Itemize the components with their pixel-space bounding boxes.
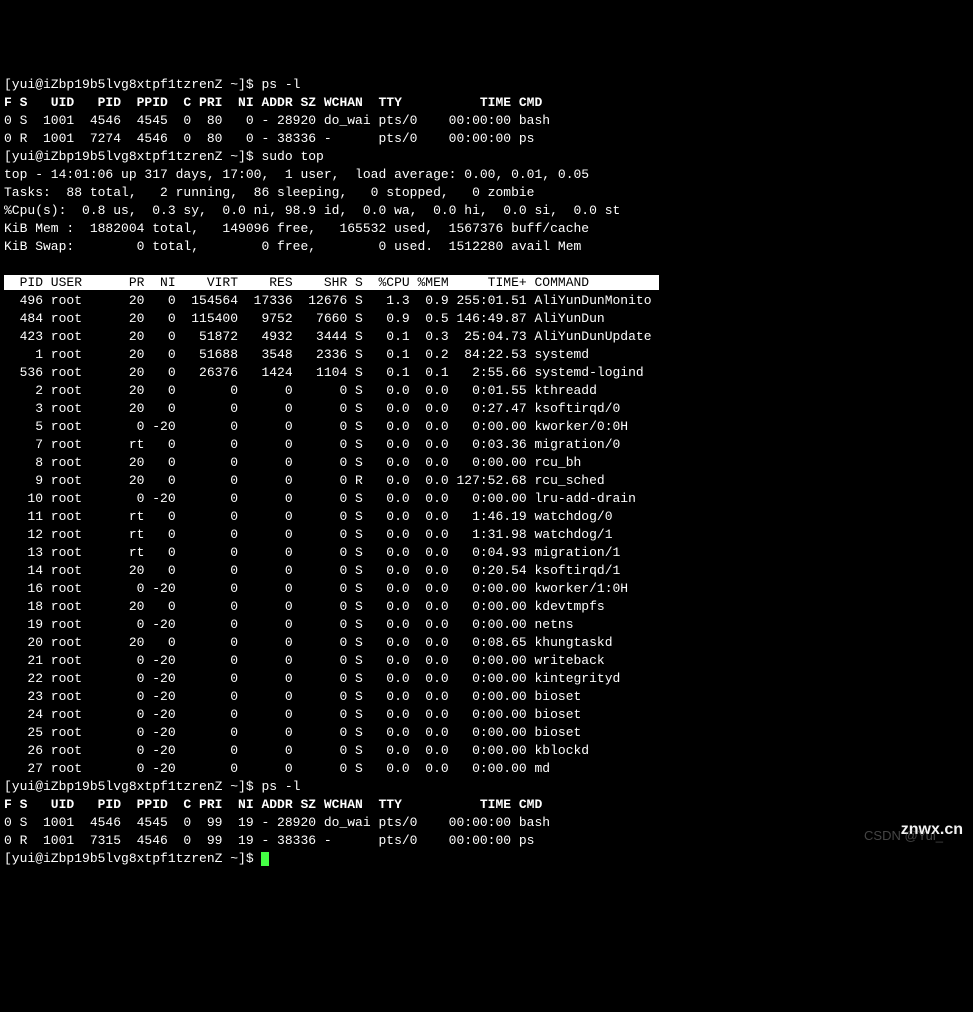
command-text: ps -l: [261, 779, 300, 794]
top-row: 27 root 0 -20 0 0 0 S 0.0 0.0 0:00.00 md: [4, 761, 550, 776]
top-row: 23 root 0 -20 0 0 0 S 0.0 0.0 0:00.00 bi…: [4, 689, 581, 704]
top-row: 423 root 20 0 51872 4932 3444 S 0.1 0.3 …: [4, 329, 652, 344]
top-summary-line: KiB Mem : 1882004 total, 149096 free, 16…: [4, 221, 589, 236]
top-row: 3 root 20 0 0 0 0 S 0.0 0.0 0:27.47 ksof…: [4, 401, 620, 416]
ps-row: 0 S 1001 4546 4545 0 80 0 - 28920 do_wai…: [4, 113, 550, 128]
top-row: 5 root 0 -20 0 0 0 S 0.0 0.0 0:00.00 kwo…: [4, 419, 628, 434]
ps-row: 0 R 1001 7315 4546 0 99 19 - 38336 - pts…: [4, 833, 535, 848]
top-row: 18 root 20 0 0 0 0 S 0.0 0.0 0:00.00 kde…: [4, 599, 605, 614]
top-row: 9 root 20 0 0 0 0 R 0.0 0.0 127:52.68 rc…: [4, 473, 605, 488]
top-summary-line: KiB Swap: 0 total, 0 free, 0 used. 15122…: [4, 239, 581, 254]
top-row: 16 root 0 -20 0 0 0 S 0.0 0.0 0:00.00 kw…: [4, 581, 628, 596]
top-row: 484 root 20 0 115400 9752 7660 S 0.9 0.5…: [4, 311, 605, 326]
terminal-output[interactable]: [yui@iZbp19b5lvg8xtpf1tzrenZ ~]$ ps -l F…: [4, 76, 969, 868]
shell-prompt: [yui@iZbp19b5lvg8xtpf1tzrenZ ~]$: [4, 851, 261, 866]
top-summary-line: %Cpu(s): 0.8 us, 0.3 sy, 0.0 ni, 98.9 id…: [4, 203, 620, 218]
top-row: 11 root rt 0 0 0 0 S 0.0 0.0 1:46.19 wat…: [4, 509, 613, 524]
ps-row: 0 R 1001 7274 4546 0 80 0 - 38336 - pts/…: [4, 131, 535, 146]
top-row: 12 root rt 0 0 0 0 S 0.0 0.0 1:31.98 wat…: [4, 527, 613, 542]
top-row: 1 root 20 0 51688 3548 2336 S 0.1 0.2 84…: [4, 347, 589, 362]
top-row: 20 root 20 0 0 0 0 S 0.0 0.0 0:08.65 khu…: [4, 635, 613, 650]
top-row: 10 root 0 -20 0 0 0 S 0.0 0.0 0:00.00 lr…: [4, 491, 636, 506]
top-row: 7 root rt 0 0 0 0 S 0.0 0.0 0:03.36 migr…: [4, 437, 620, 452]
ps-header: F S UID PID PPID C PRI NI ADDR SZ WCHAN …: [4, 95, 542, 110]
top-row: 19 root 0 -20 0 0 0 S 0.0 0.0 0:00.00 ne…: [4, 617, 574, 632]
ps-header: F S UID PID PPID C PRI NI ADDR SZ WCHAN …: [4, 797, 542, 812]
top-row: 24 root 0 -20 0 0 0 S 0.0 0.0 0:00.00 bi…: [4, 707, 581, 722]
top-row: 21 root 0 -20 0 0 0 S 0.0 0.0 0:00.00 wr…: [4, 653, 605, 668]
top-header-row: PID USER PR NI VIRT RES SHR S %CPU %MEM …: [4, 275, 659, 290]
command-text: sudo top: [261, 149, 323, 164]
top-row: 2 root 20 0 0 0 0 S 0.0 0.0 0:01.55 kthr…: [4, 383, 597, 398]
cursor-icon[interactable]: [261, 852, 269, 866]
top-row: 536 root 20 0 26376 1424 1104 S 0.1 0.1 …: [4, 365, 644, 380]
ps-row: 0 S 1001 4546 4545 0 99 19 - 28920 do_wa…: [4, 815, 550, 830]
top-row: 13 root rt 0 0 0 0 S 0.0 0.0 0:04.93 mig…: [4, 545, 620, 560]
command-text: ps -l: [261, 77, 300, 92]
top-row: 22 root 0 -20 0 0 0 S 0.0 0.0 0:00.00 ki…: [4, 671, 620, 686]
top-row: 14 root 20 0 0 0 0 S 0.0 0.0 0:20.54 kso…: [4, 563, 620, 578]
top-row: 26 root 0 -20 0 0 0 S 0.0 0.0 0:00.00 kb…: [4, 743, 589, 758]
top-row: 25 root 0 -20 0 0 0 S 0.0 0.0 0:00.00 bi…: [4, 725, 581, 740]
shell-prompt: [yui@iZbp19b5lvg8xtpf1tzrenZ ~]$: [4, 149, 261, 164]
top-row: 496 root 20 0 154564 17336 12676 S 1.3 0…: [4, 293, 652, 308]
watermark-author: CSDN @Yui_: [864, 827, 943, 845]
shell-prompt: [yui@iZbp19b5lvg8xtpf1tzrenZ ~]$: [4, 779, 261, 794]
shell-prompt: [yui@iZbp19b5lvg8xtpf1tzrenZ ~]$: [4, 77, 261, 92]
top-summary-line: Tasks: 88 total, 2 running, 86 sleeping,…: [4, 185, 535, 200]
top-summary-line: top - 14:01:06 up 317 days, 17:00, 1 use…: [4, 167, 589, 182]
top-row: 8 root 20 0 0 0 0 S 0.0 0.0 0:00.00 rcu_…: [4, 455, 581, 470]
